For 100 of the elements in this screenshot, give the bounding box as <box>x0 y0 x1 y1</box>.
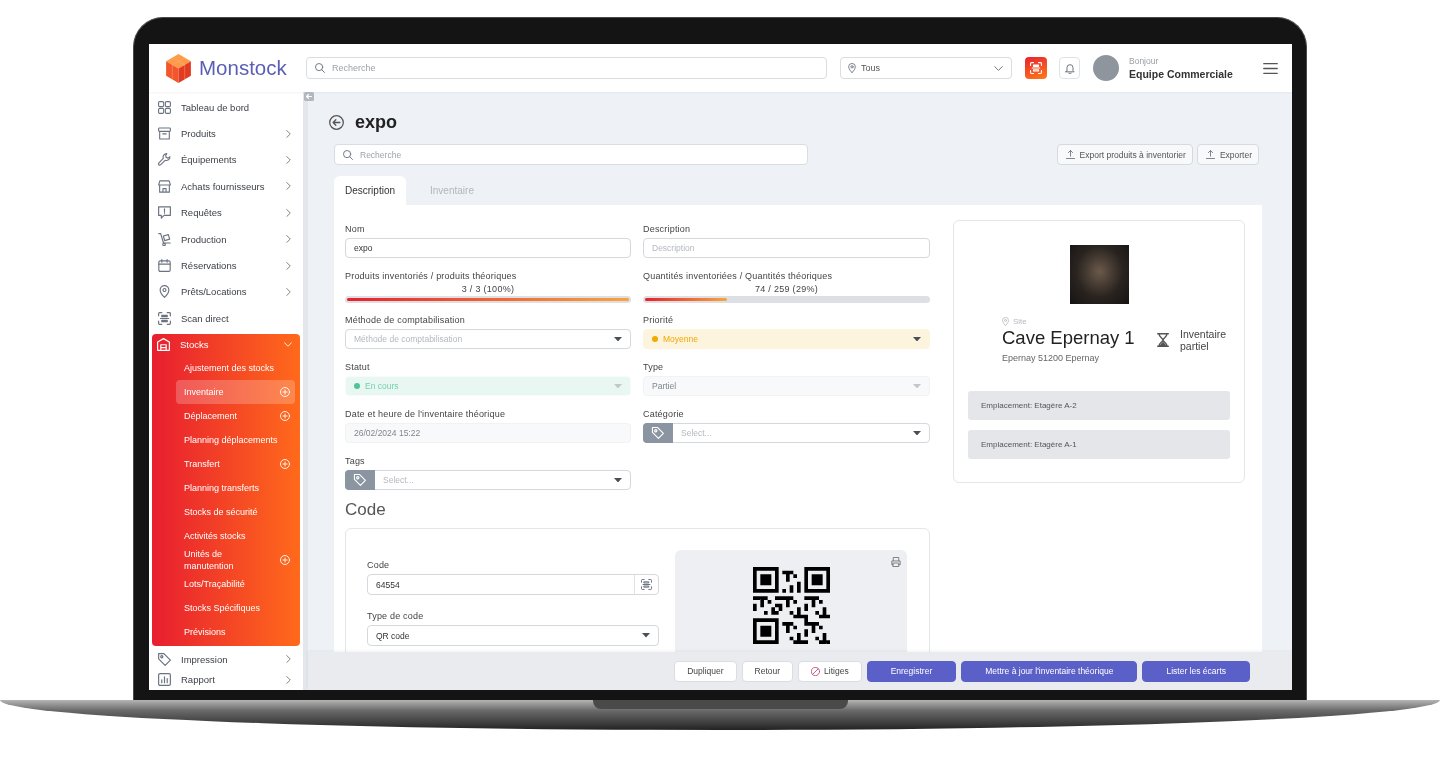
text-field[interactable]: 64554 <box>367 574 659 595</box>
sidebar-item[interactable]: Impression <box>149 648 303 670</box>
message-alert-icon <box>158 206 171 220</box>
field-label: Description <box>643 224 692 235</box>
sidebar-item[interactable]: Scan direct <box>149 305 303 332</box>
submenu-item[interactable]: Lots/Traçabilité <box>176 571 295 596</box>
bar-chart-icon <box>158 673 171 687</box>
grid-icon <box>158 100 171 114</box>
field-label: Catégorie <box>643 409 685 420</box>
progress-reading: 3 / 3 (100%) <box>460 283 516 295</box>
shop-icon <box>158 179 171 193</box>
field-label: Tags <box>345 456 366 467</box>
pin-icon <box>158 285 171 299</box>
scan-icon <box>158 311 171 325</box>
export-button[interactable]: Exporter <box>1196 144 1259 165</box>
inventory-type: Inventaire partiel <box>1180 328 1228 352</box>
field-label: Méthode de comptabilisation <box>345 315 466 326</box>
secondary-button[interactable]: Litiges <box>798 660 862 682</box>
field-label: Statut <box>345 362 371 373</box>
sidebar-item[interactable]: Réservations <box>149 252 303 279</box>
menu-icon[interactable] <box>1263 62 1278 74</box>
field-label: Code <box>367 560 391 571</box>
plus-circle-icon[interactable] <box>280 410 290 421</box>
submenu-item[interactable]: Stocks de sécurité <box>176 499 295 524</box>
caret-down-icon <box>614 336 622 342</box>
secondary-button[interactable]: Retour <box>741 660 794 682</box>
field-label: Produits inventoriés / produits théoriques <box>345 271 518 282</box>
sidebar-item[interactable]: Produits <box>149 120 303 147</box>
caret-down-icon <box>614 477 622 483</box>
field-label: Quantités inventoriées / Quantités théoriques <box>643 271 834 282</box>
submenu-item[interactable]: Déplacement <box>176 403 295 428</box>
photo-placeholder <box>1069 245 1129 304</box>
scan-button[interactable] <box>1025 57 1047 79</box>
location-select[interactable]: Tous <box>840 57 1012 79</box>
pin-icon <box>848 63 856 73</box>
upload-icon <box>1205 150 1215 159</box>
search-field[interactable]: Recherche <box>334 144 808 165</box>
sidebar-item[interactable]: Stocks <box>152 333 300 356</box>
field-label: Type de code <box>367 611 425 622</box>
site-address: Epernay 51200 Epernay <box>1002 353 1101 363</box>
search-field[interactable]: Recherche <box>306 57 827 79</box>
sidebar-item[interactable]: Rapport <box>149 669 303 690</box>
location-row: Emplacement: Etagère A-1 <box>968 430 1230 459</box>
submenu-item[interactable]: Planning transferts <box>176 475 295 500</box>
logo-text: Monstock <box>199 56 287 80</box>
primary-button[interactable]: Mettre à jour l'inventaire théorique <box>961 660 1138 682</box>
submenu-item[interactable]: Inventaire <box>176 379 295 404</box>
submenu-item[interactable]: Activités stocks <box>176 523 295 548</box>
sidebar-item[interactable]: Production <box>149 225 303 253</box>
notification-button[interactable] <box>1059 57 1080 79</box>
chevron-down-icon <box>994 65 1003 71</box>
submenu-item[interactable]: Ajustement des stocks <box>176 355 295 380</box>
archive-box-icon <box>158 127 171 141</box>
location-row: Emplacement: Etagère A-2 <box>968 391 1230 420</box>
caret-down-icon <box>913 336 921 342</box>
submenu-item[interactable]: Stocks Spécifiques <box>176 595 295 620</box>
caret-down-icon <box>913 430 921 436</box>
field-label: Priorité <box>643 315 675 326</box>
wrench-icon <box>158 153 171 167</box>
scan-icon[interactable] <box>641 579 652 590</box>
submenu-item[interactable]: Transfert <box>176 451 295 476</box>
scan-icon <box>1030 62 1042 74</box>
sidebar-item[interactable]: Tableau de bord <box>149 94 303 121</box>
sidebar-item[interactable]: Requêtes <box>149 199 303 226</box>
progress-reading: 74 / 259 (29%) <box>753 283 820 295</box>
slashed-circle-icon <box>811 666 821 676</box>
section-title: Code <box>345 500 387 520</box>
export-button[interactable]: Export produits à inventorier <box>1056 144 1193 165</box>
tab[interactable]: Description <box>334 176 407 205</box>
primary-button[interactable]: Lister les écarts <box>1142 660 1250 682</box>
submenu-item[interactable]: Unités de manutention <box>176 547 295 572</box>
secondary-button[interactable]: Dupliquer <box>674 660 737 682</box>
printer-icon[interactable] <box>891 557 901 567</box>
field-label: Date et heure de l'inventaire théorique <box>345 409 507 420</box>
tag-icon <box>345 470 375 490</box>
site-name: Cave Epernay 1 <box>1002 328 1135 348</box>
field-label: Type <box>643 362 665 373</box>
primary-button[interactable]: Enregistrer <box>866 660 957 682</box>
pin-icon <box>1002 317 1009 326</box>
submenu-item[interactable]: Prévisions <box>176 619 295 644</box>
select-field[interactable]: QR code <box>367 625 659 646</box>
submenu-item[interactable]: Planning déplacements <box>176 427 295 452</box>
page-title: expo <box>355 111 397 133</box>
tag-icon <box>643 423 673 443</box>
collapse-arrow-icon[interactable] <box>304 92 314 101</box>
sidebar-item[interactable]: Prêts/Locations <box>149 278 303 306</box>
text-field[interactable]: expo <box>345 238 631 258</box>
upload-icon <box>1065 150 1075 159</box>
greeting-text: Bonjour <box>1129 56 1160 66</box>
caret-down-icon <box>913 383 921 389</box>
plus-circle-icon[interactable] <box>280 458 290 469</box>
site-label: Site <box>1013 317 1027 326</box>
sidebar-item[interactable]: Achats fournisseurs <box>149 173 303 200</box>
plus-circle-icon[interactable] <box>280 554 290 565</box>
field-label: Nom <box>345 224 366 235</box>
caret-down-icon <box>642 633 650 638</box>
plus-circle-icon[interactable] <box>280 386 290 397</box>
sidebar-item[interactable]: Équipements <box>149 146 303 174</box>
search-icon <box>315 63 325 73</box>
bell-icon <box>1064 62 1075 74</box>
